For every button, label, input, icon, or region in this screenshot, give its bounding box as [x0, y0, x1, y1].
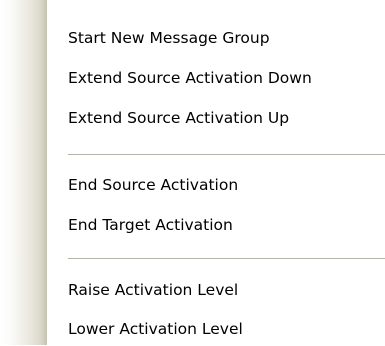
menu-separator: [68, 154, 385, 155]
menu-item-extend-source-activation-up[interactable]: Extend Source Activation Up: [47, 101, 385, 135]
menu-item-raise-activation-level[interactable]: Raise Activation Level: [47, 273, 385, 307]
menu-item-end-target-activation[interactable]: End Target Activation: [47, 208, 385, 242]
menu-item-start-new-message-group[interactable]: Start New Message Group: [47, 21, 385, 55]
menu-item-end-source-activation[interactable]: End Source Activation: [47, 168, 385, 202]
menu-icon-gutter: [0, 0, 45, 345]
menu-item-extend-source-activation-down[interactable]: Extend Source Activation Down: [47, 61, 385, 95]
menu-item-lower-activation-level[interactable]: Lower Activation Level: [47, 312, 385, 346]
context-menu: Start New Message Group Extend Source Ac…: [0, 0, 385, 345]
menu-separator: [68, 258, 385, 259]
